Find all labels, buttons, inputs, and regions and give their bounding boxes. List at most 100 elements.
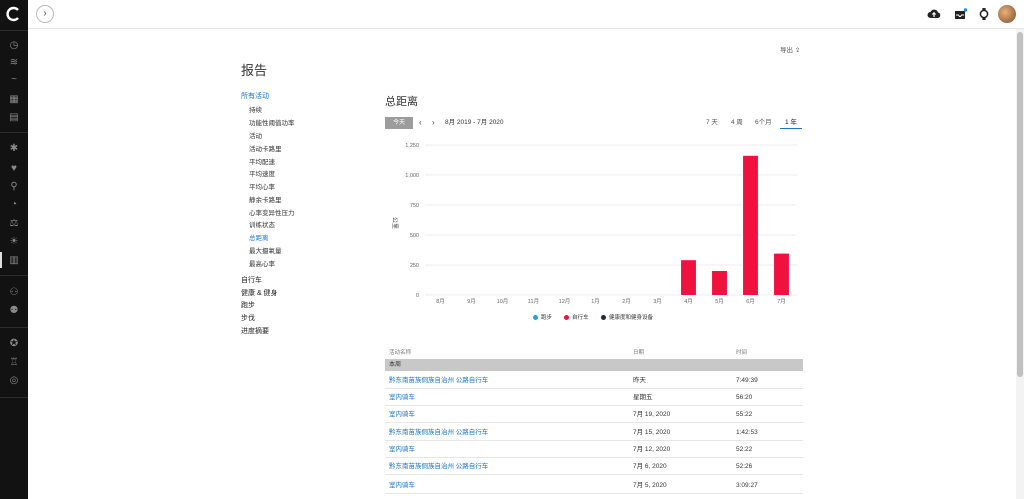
pulse-icon[interactable]: ~ xyxy=(8,74,20,86)
bar-cycling xyxy=(712,271,727,295)
nav-sub-item[interactable]: 持续 xyxy=(249,104,262,114)
nav-sub-item[interactable]: 平均配速 xyxy=(249,156,275,166)
bar-cycling xyxy=(681,260,696,295)
export-button[interactable]: 导出 ⇪ xyxy=(780,44,800,54)
target-icon[interactable]: ◎ xyxy=(8,375,20,387)
range-tab-active-underline xyxy=(780,128,802,129)
nav-group-running[interactable]: 跑步 xyxy=(241,300,255,310)
groups-icon[interactable]: ⚉ xyxy=(8,305,20,317)
activity-icon[interactable]: ✱ xyxy=(8,143,20,155)
walking-icon[interactable]: ⚲ xyxy=(8,181,20,193)
reports-chart-icon[interactable]: ▥ xyxy=(8,255,20,267)
activity-date: 7月 19, 2020 xyxy=(633,411,671,418)
legend-item-running[interactable]: 跑步 xyxy=(533,313,552,321)
total-distance-chart: 0 250 500 750 1,000 1,250 公里 8月 9月 10月 11月 12月 1月 2月 3… xyxy=(391,143,797,305)
layers-icon[interactable]: ≋ xyxy=(8,57,20,69)
rail-divider xyxy=(0,30,28,31)
export-icon: ⇪ xyxy=(794,47,801,54)
activity-date: 星期五 xyxy=(633,394,653,401)
nav-group-health-fitness[interactable]: 健康 & 健身 xyxy=(241,288,278,298)
nav-group-cycling[interactable]: 自行车 xyxy=(241,275,262,285)
user-avatar[interactable] xyxy=(998,5,1016,23)
table-group-header: 本周 xyxy=(385,359,803,371)
trophy-icon[interactable]: ♖ xyxy=(8,357,20,369)
x-tick-label: 7月 xyxy=(777,298,786,305)
nav-group-steps[interactable]: 步伐 xyxy=(241,313,255,323)
legend-label: 跑步 xyxy=(541,315,553,321)
date-range-label: 8月 2019 - 7月 2020 xyxy=(445,119,504,126)
app-logo-icon[interactable] xyxy=(6,6,22,22)
export-label: 导出 xyxy=(780,47,793,54)
next-period-button[interactable]: › xyxy=(432,117,435,129)
page-scrollbar-thumb[interactable] xyxy=(1017,32,1023,377)
watch-icon[interactable] xyxy=(977,8,991,20)
rail-divider xyxy=(0,132,28,133)
activity-name-link[interactable]: 黔东南苗族侗族自治州 公路自行车 xyxy=(389,372,488,389)
table-row: 室内骑车 7月 5, 2020 3:09:27 xyxy=(385,477,803,494)
activity-name-link[interactable]: 黔东南苗族侗族自治州 公路自行车 xyxy=(389,458,488,475)
x-tick-label: 6月 xyxy=(746,298,755,305)
table-row: 黔东南苗族侗族自治州 公路自行车 昨天 7:49:39 xyxy=(385,372,803,389)
nav-group-progress-summary[interactable]: 进度摘要 xyxy=(241,326,269,336)
calendar-icon[interactable]: ▦ xyxy=(8,94,20,106)
column-header-date[interactable]: 日期 xyxy=(633,348,644,356)
nav-sub-item[interactable]: 活动卡路里 xyxy=(249,143,282,153)
page-title: 报告 xyxy=(241,63,268,78)
nav-sub-item[interactable]: 平均速度 xyxy=(249,168,275,178)
bar-cycling xyxy=(774,253,789,295)
x-tick-label: 2月 xyxy=(622,298,631,305)
x-tick-label: 8月 xyxy=(436,298,445,305)
nav-sub-item-total-distance[interactable]: 总距离 xyxy=(249,232,269,242)
x-tick-label: 9月 xyxy=(467,298,476,305)
legend-item-fitness-equipment[interactable]: 健康度和健身设备 xyxy=(601,313,653,321)
badge-icon[interactable]: ✪ xyxy=(8,338,20,350)
rail-divider xyxy=(0,275,28,276)
bulb-icon[interactable]: ☀ xyxy=(8,236,20,248)
nav-sub-item[interactable]: 心率变异性压力 xyxy=(249,207,295,217)
rail-active-marker xyxy=(0,252,2,268)
rail-divider xyxy=(0,327,28,328)
nav-sub-item[interactable]: 最大摄氧量 xyxy=(249,245,282,255)
activity-name-link[interactable]: 室内骑车 xyxy=(389,389,415,406)
activity-name-link[interactable]: 黔东南苗族侗族自治州 公路自行车 xyxy=(389,424,488,441)
nav-group-all-activities[interactable]: 所有活动 xyxy=(241,91,269,101)
range-tab-6-months[interactable]: 6个月 xyxy=(755,117,772,129)
y-axis-title: 公里 xyxy=(391,217,398,229)
today-button[interactable]: 今天 xyxy=(385,117,413,129)
news-icon[interactable]: ▤ xyxy=(8,112,20,124)
nav-sub-item[interactable]: 功能性阈值功率 xyxy=(249,117,295,127)
heart-icon[interactable]: ♥ xyxy=(8,163,20,175)
table-row: 黔东南苗族侗族自治州 公路自行车 7月 6, 2020 52:26 xyxy=(385,458,803,475)
x-tick-label: 1月 xyxy=(591,298,600,305)
column-header-activity-name[interactable]: 活动名称 xyxy=(389,348,411,356)
range-tab-4-weeks[interactable]: 4 周 xyxy=(731,117,743,129)
legend-dot xyxy=(533,315,538,321)
activity-name-link[interactable]: 室内骑车 xyxy=(389,406,415,423)
y-tick-label: 0 xyxy=(416,293,419,299)
timer-icon[interactable]: ◔ xyxy=(8,199,20,211)
legend-item-cycling[interactable]: 自行车 xyxy=(564,313,589,321)
x-tick-label: 10月 xyxy=(497,298,509,305)
inbox-icon[interactable] xyxy=(953,8,967,20)
nav-sub-item[interactable]: 平均心率 xyxy=(249,181,275,191)
section-title: 总距离 xyxy=(385,96,418,108)
column-header-time[interactable]: 时间 xyxy=(736,348,747,356)
nav-sub-item[interactable]: 静余卡路里 xyxy=(249,194,282,204)
activity-name-link[interactable]: 室内骑车 xyxy=(389,477,415,494)
nav-sub-item[interactable]: 最高心率 xyxy=(249,258,275,268)
activity-name-link[interactable]: 室内骑车 xyxy=(389,441,415,458)
dashboard-icon[interactable]: ◷ xyxy=(8,40,20,52)
nav-sub-item[interactable]: 训练状态 xyxy=(249,219,275,229)
activity-time: 1:42:53 xyxy=(736,429,758,436)
activity-time: 3:09:27 xyxy=(736,482,758,489)
weight-icon[interactable]: ⚖ xyxy=(8,218,20,230)
range-tab-7-days[interactable]: 7 天 xyxy=(706,117,718,129)
activity-time: 56:20 xyxy=(736,394,753,401)
prev-period-button[interactable]: ‹ xyxy=(419,117,422,129)
connections-icon[interactable]: ⚇ xyxy=(8,287,20,299)
nav-sub-item[interactable]: 活动 xyxy=(249,130,262,140)
activity-time: 52:22 xyxy=(736,446,753,453)
table-row: 室内骑车 星期五 56:20 xyxy=(385,389,803,406)
expand-sidebar-button[interactable]: › xyxy=(36,5,54,23)
cloud-upload-icon[interactable] xyxy=(927,8,941,20)
